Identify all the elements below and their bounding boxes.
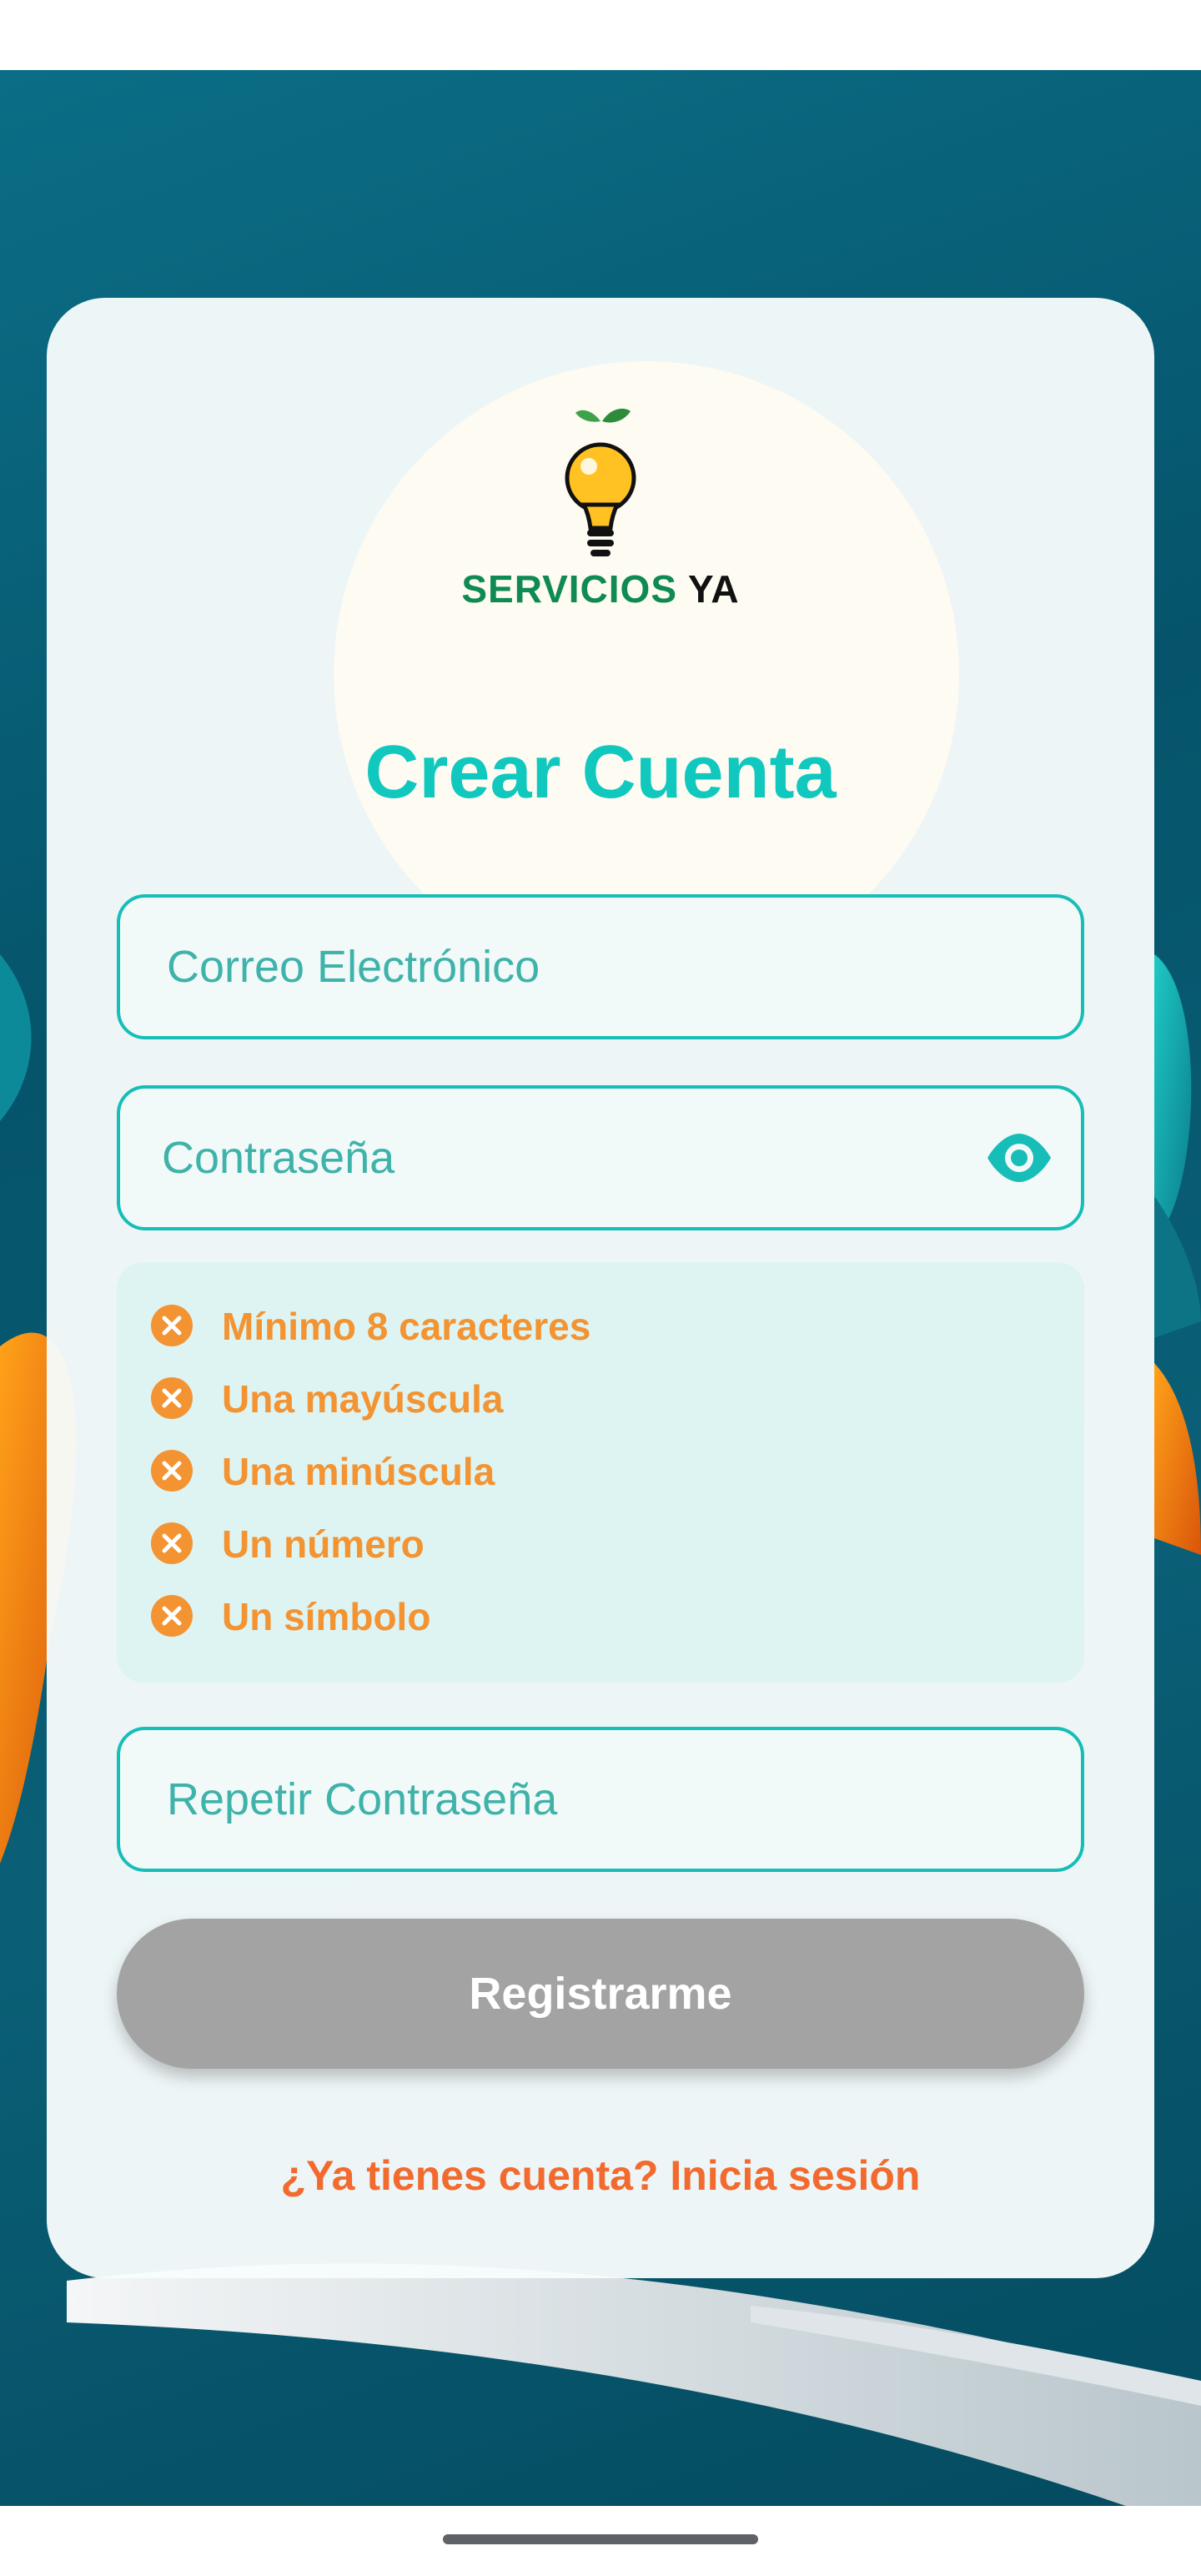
close-circle-icon: [151, 1377, 193, 1419]
requirement-symbol: Un símbolo: [150, 1591, 1051, 1641]
brand-name: SERVICIOS YA: [460, 566, 741, 611]
login-link[interactable]: ¿Ya tienes cuenta? Inicia sesión: [47, 2151, 1154, 2200]
password-requirements: Mínimo 8 caracteres Una mayúscula Una mi…: [117, 1262, 1084, 1683]
email-input[interactable]: [167, 898, 967, 1036]
close-circle-icon: [151, 1595, 193, 1637]
close-circle-icon: [151, 1305, 193, 1346]
close-circle-icon: [151, 1522, 193, 1564]
requirement-number: Un número: [150, 1518, 1051, 1568]
app-screen: SERVICIOS YA Crear Cuenta Correo Electró…: [0, 0, 1201, 2576]
email-field[interactable]: [117, 894, 1084, 1039]
lightbulb-icon: [565, 408, 636, 556]
requirement-label: Un número: [222, 1522, 425, 1566]
register-button[interactable]: Registrarme: [117, 1919, 1084, 2069]
close-circle-icon: [151, 1450, 193, 1492]
status-bar: [0, 0, 1201, 70]
requirement-label: Mínimo 8 caracteres: [222, 1305, 591, 1348]
repeat-password-field[interactable]: [117, 1727, 1084, 1872]
requirement-label: Un símbolo: [222, 1595, 431, 1638]
register-card: SERVICIOS YA Crear Cuenta Correo Electró…: [47, 298, 1154, 2278]
requirement-min-length: Mínimo 8 caracteres: [150, 1301, 1051, 1351]
page-title: Crear Cuenta: [364, 731, 837, 814]
home-indicator[interactable]: [443, 2534, 758, 2544]
requirement-label: Una minúscula: [222, 1450, 495, 1493]
requirement-label: Una mayúscula: [222, 1377, 504, 1421]
password-field[interactable]: [117, 1085, 1084, 1230]
password-input[interactable]: [162, 1089, 962, 1227]
repeat-password-input[interactable]: [167, 1730, 967, 1869]
brand-word-ya: YA: [687, 567, 740, 611]
requirement-uppercase: Una mayúscula: [150, 1373, 1051, 1423]
app-logo: SERVICIOS YA: [460, 406, 741, 631]
brand-word-servicios: SERVICIOS: [461, 567, 678, 611]
eye-icon[interactable]: [984, 1130, 1054, 1185]
requirement-lowercase: Una minúscula: [150, 1446, 1051, 1496]
